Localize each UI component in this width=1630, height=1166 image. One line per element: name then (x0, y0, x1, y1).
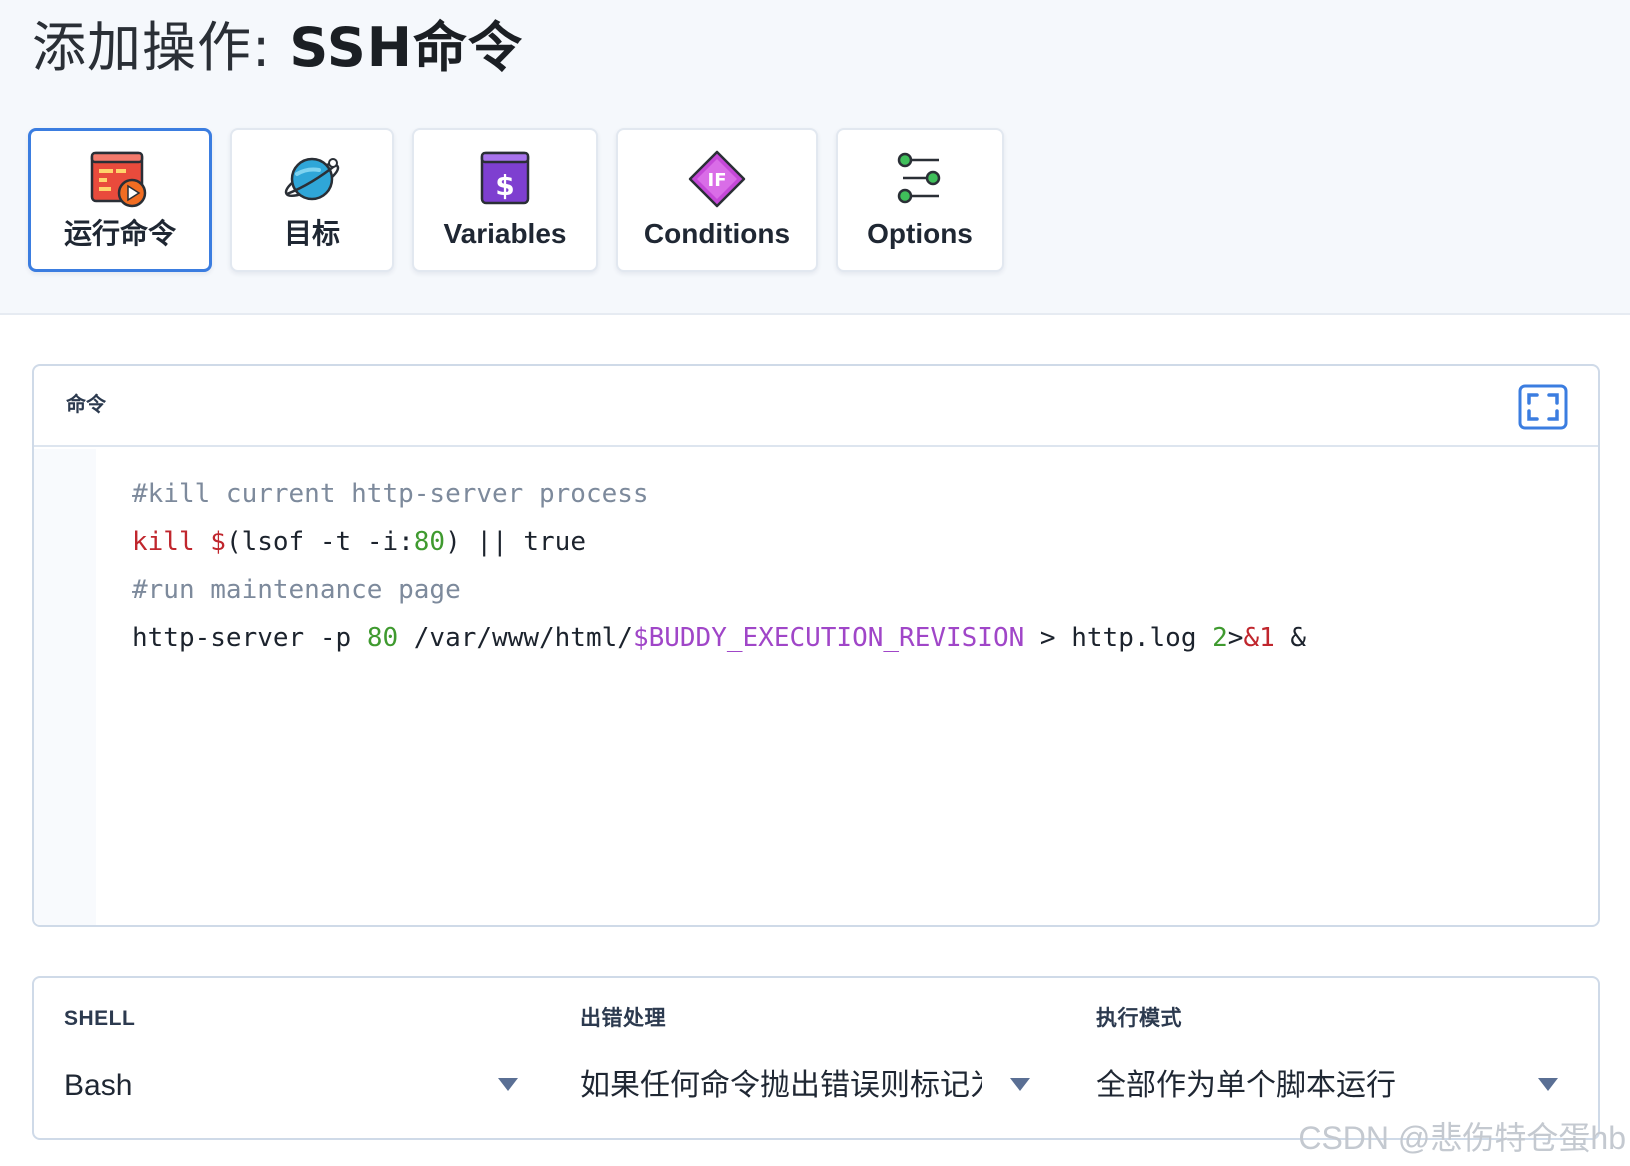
code-token: > http.log (1024, 623, 1213, 653)
watermark: CSDN @悲伤特仓蛋hb (1298, 1120, 1626, 1156)
tab-label: Options (867, 218, 973, 249)
tab-label: Conditions (643, 218, 791, 249)
code-token: #run maintenance page (132, 575, 461, 605)
code-token: kill (132, 527, 195, 557)
code-token: $ (210, 527, 226, 557)
page-title-prefix: 添加操作: (32, 16, 290, 79)
fullscreen-expand-icon[interactable] (1518, 384, 1568, 430)
code-line: #kill current http-server process (132, 470, 1578, 518)
run-command-icon (89, 151, 151, 209)
code-token: (lsof -t -i: (225, 527, 414, 557)
code-token: 2 (1212, 623, 1228, 653)
exec-mode-value: 全部作为单个脚本运行 (1096, 1069, 1396, 1102)
code-token: http-server -p (132, 623, 367, 653)
error-handling-value: 如果任何命令抛出错误则标记为失败 (580, 1069, 982, 1102)
code-token: > (1227, 623, 1244, 653)
chevron-down-icon (498, 1078, 518, 1091)
tab-label: 运行命令 (63, 218, 176, 249)
if-diamond-icon: IF (686, 150, 748, 208)
error-handling-label: 出错处理 (580, 1007, 666, 1030)
code-line: kill $(lsof -t -i:80) || true (132, 518, 1578, 566)
svg-text:IF: IF (708, 170, 727, 191)
shell-field: SHELL Bash (64, 978, 534, 1138)
code-token: 80 (366, 623, 399, 653)
code-token: /var/www/html/ (398, 623, 633, 653)
page-title-action: SSH命令 (289, 16, 523, 79)
chevron-down-icon (1010, 1078, 1030, 1091)
tab-conditions[interactable]: IF Conditions (616, 128, 818, 272)
command-panel: 命令 #kill current http-server process kill… (32, 364, 1600, 927)
code-line: http-server -p 80 /var/www/html/$BUDDY_E… (132, 614, 1578, 662)
exec-mode-select[interactable]: 全部作为单个脚本运行 (1096, 1058, 1576, 1114)
svg-text:$: $ (495, 169, 514, 202)
code-token: $BUDDY_EXECUTION_REVISION (632, 623, 1025, 653)
tab-variables[interactable]: $ Variables (412, 128, 598, 272)
tab-target[interactable]: 目标 (230, 128, 394, 272)
tab-label: Variables (443, 218, 567, 249)
tab-run-command[interactable]: 运行命令 (28, 128, 212, 272)
exec-mode-label: 执行模式 (1096, 1007, 1182, 1030)
code-token: 80 (413, 527, 446, 557)
sliders-options-icon (889, 150, 951, 208)
error-handling-select[interactable]: 如果任何命令抛出错误则标记为失败 (580, 1058, 1050, 1114)
command-editor[interactable]: #kill current http-server process kill $(… (132, 470, 1578, 662)
code-token: & (1274, 623, 1307, 653)
code-token: &1 (1243, 623, 1275, 653)
dollar-variable-icon: $ (474, 150, 536, 208)
settings-panel: SHELL Bash 出错处理 如果任何命令抛出错误则标记为失败 执行模式 全部… (32, 976, 1600, 1140)
tab-options[interactable]: Options (836, 128, 1004, 272)
code-token: #kill current http-server process (132, 479, 649, 509)
command-label: 命令 (66, 394, 106, 416)
shell-label: SHELL (64, 1007, 136, 1030)
code-token: ) || true (445, 527, 586, 557)
tab-label: 目标 (283, 218, 340, 249)
code-line: #run maintenance page (132, 566, 1578, 614)
shell-value: Bash (64, 1069, 133, 1102)
header-area: 添加操作: SSH命令 运行命令 目标 $ Variables IF Condi… (0, 0, 1630, 315)
error-handling-field: 出错处理 如果任何命令抛出错误则标记为失败 (580, 978, 1050, 1138)
exec-mode-field: 执行模式 全部作为单个脚本运行 (1096, 978, 1576, 1138)
shell-select[interactable]: Bash (64, 1058, 534, 1114)
planet-target-icon (281, 150, 343, 208)
chevron-down-icon (1538, 1078, 1558, 1091)
editor-gutter (34, 449, 96, 925)
command-panel-header: 命令 (34, 366, 1598, 447)
page-title: 添加操作: SSH命令 (32, 8, 523, 88)
